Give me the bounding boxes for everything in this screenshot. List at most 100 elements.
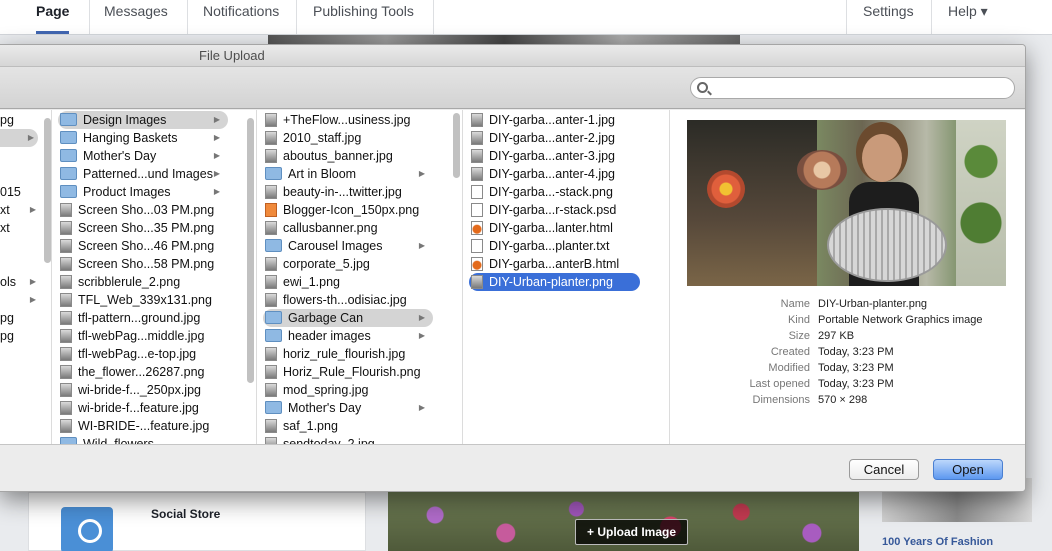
file-item-diy-garba-lanter-html[interactable]: DIY-garba...lanter.html xyxy=(469,219,654,237)
folder-item-patterned-und-images[interactable]: Patterned...und Images ▶ xyxy=(58,165,228,183)
tab-page[interactable]: Page xyxy=(36,0,70,34)
item-label: WI-BRIDE-...feature.jpg xyxy=(78,419,210,433)
upload-image-button[interactable]: + Upload Image xyxy=(575,519,688,545)
list-item[interactable] xyxy=(0,255,40,273)
file-item-mod-spring-jpg[interactable]: mod_spring.jpg xyxy=(263,381,433,399)
file-item-scribblerule-2-png[interactable]: scribblerule_2.png xyxy=(58,273,228,291)
column-1[interactable]: Design Images ▶ Hanging Baskets ▶ Mother's D… xyxy=(52,110,257,444)
folder-item-carousel-images[interactable]: Carousel Images ▶ xyxy=(263,237,433,255)
column-0[interactable]: pg ▶ 015 xt ▶ xt ols ▶ ▶ pg pg xyxy=(0,110,52,444)
file-item-diy-garba-anter-3-jpg[interactable]: DIY-garba...anter-3.jpg xyxy=(469,147,654,165)
open-button[interactable]: Open xyxy=(933,459,1003,480)
file-item-callusbanner-png[interactable]: callusbanner.png xyxy=(263,219,433,237)
folder-item-header-images[interactable]: header images ▶ xyxy=(263,327,433,345)
tab-messages[interactable]: Messages xyxy=(104,0,168,34)
list-item[interactable]: ols ▶ xyxy=(0,273,40,291)
info-value: 297 KB xyxy=(818,330,855,342)
list-item[interactable]: 015 xyxy=(0,183,40,201)
list-item[interactable]: pg xyxy=(0,111,40,129)
file-item-screen-sho-35-pm-png[interactable]: Screen Sho...35 PM.png xyxy=(58,219,228,237)
file-item-theflow-usiness-jpg[interactable]: +TheFlow...usiness.jpg xyxy=(263,111,433,129)
file-item-diy-garba-r-stack-psd[interactable]: DIY-garba...r-stack.psd xyxy=(469,201,654,219)
list-item[interactable]: ▶ xyxy=(0,291,40,309)
file-item-tfl-webpag-middle-jpg[interactable]: tfl-webPag...middle.jpg xyxy=(58,327,228,345)
list-item[interactable]: pg xyxy=(0,327,40,345)
fashion-link[interactable]: 100 Years Of Fashion xyxy=(882,536,993,548)
item-label: Screen Sho...46 PM.png xyxy=(78,239,215,253)
tab-notifications[interactable]: Notifications xyxy=(203,0,279,34)
pi-hedge xyxy=(956,120,1006,286)
file-item-diy-garba-anter-4-jpg[interactable]: DIY-garba...anter-4.jpg xyxy=(469,165,654,183)
file-item-diy-garba-anterb-html[interactable]: DIY-garba...anterB.html xyxy=(469,255,654,273)
file-item-flowers-th-odisiac-jpg[interactable]: flowers-th...odisiac.jpg xyxy=(263,291,433,309)
list-item[interactable]: ▶ xyxy=(0,129,38,147)
file-item-diy-garba-anter-1-jpg[interactable]: DIY-garba...anter-1.jpg xyxy=(469,111,654,129)
file-item-ewi-1-png[interactable]: ewi_1.png xyxy=(263,273,433,291)
folder-item-garbage-can[interactable]: Garbage Can ▶ xyxy=(263,309,433,327)
tab-publishing-tools[interactable]: Publishing Tools xyxy=(313,0,414,34)
info-value: Today, 3:23 PM xyxy=(818,346,894,358)
file-item-horiz-rule-flourish-png[interactable]: Horiz_Rule_Flourish.png xyxy=(263,363,433,381)
file-item-aboutus-banner-jpg[interactable]: aboutus_banner.jpg xyxy=(263,147,433,165)
item-label: DIY-garba...r-stack.psd xyxy=(489,203,617,217)
list-item[interactable] xyxy=(0,147,40,165)
image-file-icon xyxy=(60,346,72,361)
column-2[interactable]: +TheFlow...usiness.jpg 2010_staff.jpg abou… xyxy=(257,110,463,444)
column-scrollbar[interactable] xyxy=(247,118,254,383)
info-row-last-opened: Last opened Today, 3:23 PM xyxy=(670,376,1025,392)
chevron-right-icon: ▶ xyxy=(418,313,425,322)
folder-item-product-images[interactable]: Product Images ▶ xyxy=(58,183,228,201)
item-label: Blogger-Icon_150px.png xyxy=(283,203,420,217)
file-item-the-flower-26287-png[interactable]: the_flower...26287.png xyxy=(58,363,228,381)
file-item-diy-garba-anter-2-jpg[interactable]: DIY-garba...anter-2.jpg xyxy=(469,129,654,147)
file-item-horiz-rule-flourish-jpg[interactable]: horiz_rule_flourish.jpg xyxy=(263,345,433,363)
item-label: Screen Sho...35 PM.png xyxy=(78,221,215,235)
file-item-sendtoday-2-jpg[interactable]: sendtoday_2.jpg xyxy=(263,435,433,444)
folder-item-mother-s-day[interactable]: Mother's Day ▶ xyxy=(58,147,228,165)
cancel-button[interactable]: Cancel xyxy=(849,459,919,480)
tab-settings[interactable]: Settings xyxy=(863,0,914,34)
column-scrollbar[interactable] xyxy=(44,118,51,263)
file-item-tfl-web-339x131-png[interactable]: TFL_Web_339x131.png xyxy=(58,291,228,309)
folder-item-hanging-baskets[interactable]: Hanging Baskets ▶ xyxy=(58,129,228,147)
item-label: horiz_rule_flourish.jpg xyxy=(283,347,406,361)
file-item-beauty-in-twitter-jpg[interactable]: beauty-in-...twitter.jpg xyxy=(263,183,433,201)
social-store-card[interactable]: Social Store xyxy=(28,492,366,551)
file-item-corporate-5-jpg[interactable]: corporate_5.jpg xyxy=(263,255,433,273)
list-item[interactable] xyxy=(0,237,40,255)
file-item-screen-sho-03-pm-png[interactable]: Screen Sho...03 PM.png xyxy=(58,201,228,219)
file-item-wi-bride-f-feature-jpg[interactable]: wi-bride-f...feature.jpg xyxy=(58,399,228,417)
item-label: Mother's Day xyxy=(288,401,362,415)
folder-item-design-images[interactable]: Design Images ▶ xyxy=(58,111,228,129)
tab-help[interactable]: Help ▾ xyxy=(948,0,988,34)
list-item[interactable]: xt xyxy=(0,219,40,237)
list-item-label: xt xyxy=(0,221,10,235)
image-file-icon xyxy=(265,256,277,271)
pi-woman xyxy=(862,134,902,182)
column-scrollbar[interactable] xyxy=(453,113,460,178)
search-input[interactable] xyxy=(690,77,1015,99)
file-item-screen-sho-46-pm-png[interactable]: Screen Sho...46 PM.png xyxy=(58,237,228,255)
folder-item-mother-s-day[interactable]: Mother's Day ▶ xyxy=(263,399,433,417)
file-item-saf-1-png[interactable]: saf_1.png xyxy=(263,417,433,435)
file-item-blogger-icon-150px-png[interactable]: Blogger-Icon_150px.png xyxy=(263,201,433,219)
file-item-tfl-pattern-ground-jpg[interactable]: tfl-pattern...ground.jpg xyxy=(58,309,228,327)
column-browser: pg ▶ 015 xt ▶ xt ols ▶ ▶ pg pg Design Images ▶ Hangi… xyxy=(0,110,1025,444)
file-item-diy-garba-stack-png[interactable]: DIY-garba...-stack.png xyxy=(469,183,654,201)
file-item-tfl-webpag-e-top-jpg[interactable]: tfl-webPag...e-top.jpg xyxy=(58,345,228,363)
column-3[interactable]: DIY-garba...anter-1.jpg DIY-garba...anter… xyxy=(463,110,670,444)
folder-item-art-in-bloom[interactable]: Art in Bloom ▶ xyxy=(263,165,433,183)
list-item[interactable] xyxy=(0,165,40,183)
pi-lid xyxy=(827,208,947,282)
folder-item-wild-flowers[interactable]: Wild_flowers xyxy=(58,435,228,444)
file-item-diy-garba-planter-txt[interactable]: DIY-garba...planter.txt xyxy=(469,237,654,255)
folder-icon xyxy=(60,149,77,163)
file-item-screen-sho-58-pm-png[interactable]: Screen Sho...58 PM.png xyxy=(58,255,228,273)
list-item[interactable]: pg xyxy=(0,309,40,327)
file-item-wi-bride-f-250px-jpg[interactable]: wi-bride-f..._250px.jpg xyxy=(58,381,228,399)
file-item-2010-staff-jpg[interactable]: 2010_staff.jpg xyxy=(263,129,433,147)
image-file-icon xyxy=(471,112,483,127)
list-item[interactable]: xt ▶ xyxy=(0,201,40,219)
file-item-wi-bride-feature-jpg[interactable]: WI-BRIDE-...feature.jpg xyxy=(58,417,228,435)
file-item-diy-urban-planter-png[interactable]: DIY-Urban-planter.png xyxy=(469,273,640,291)
